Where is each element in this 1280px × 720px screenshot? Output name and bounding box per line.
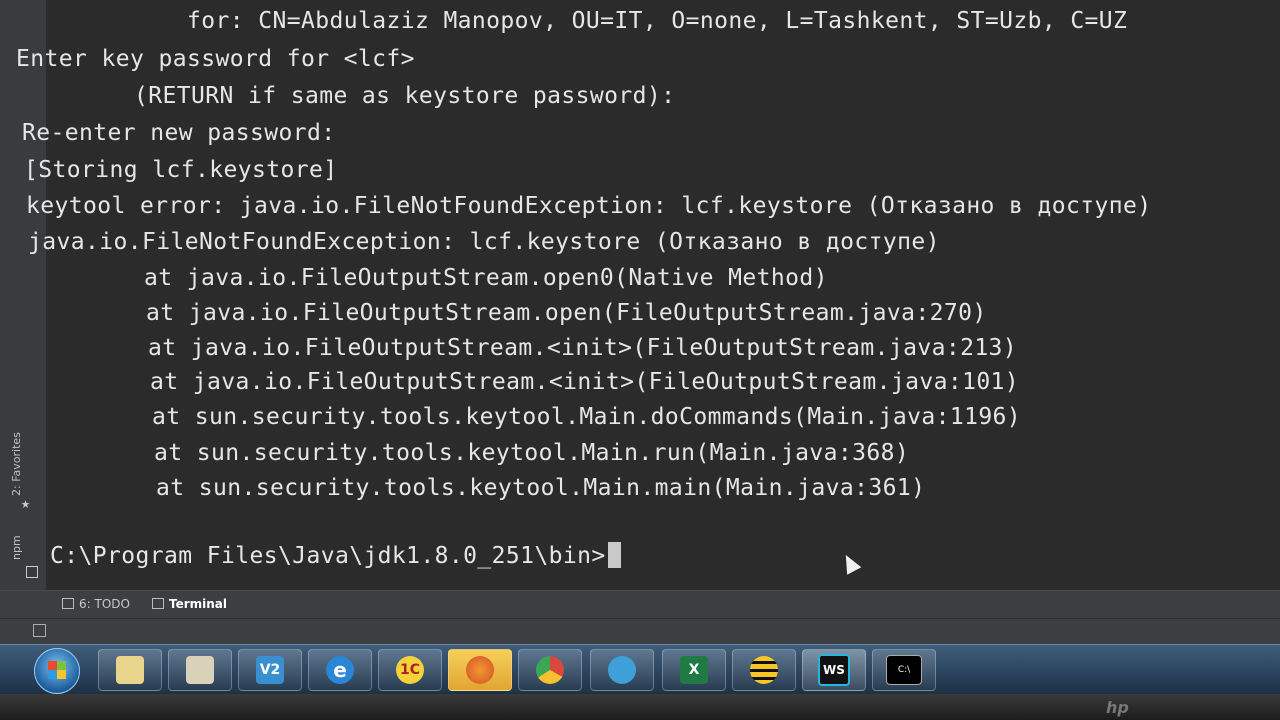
stack-trace-line: at java.io.FileOutputStream.open0(Native… <box>30 265 828 291</box>
tab-terminal[interactable]: Terminal <box>152 597 227 611</box>
taskbar-file-explorer[interactable] <box>98 649 162 691</box>
list-icon <box>62 598 74 609</box>
vb-icon: V2 <box>256 656 284 684</box>
toggle-tool-windows-icon[interactable] <box>33 624 46 637</box>
terminal-error-line: keytool error: java.io.FileNotFoundExcep… <box>26 193 1152 219</box>
windows-taskbar: V2 e 1C X WS C:\ <box>0 644 1280 695</box>
stack-trace-line: at sun.security.tools.keytool.Main.doCom… <box>38 404 1022 430</box>
cmd-icon: C:\ <box>886 655 922 685</box>
terminal-line: [Storing lcf.keystore] <box>24 157 338 183</box>
taskbar-1c[interactable]: 1C <box>378 649 442 691</box>
taskbar-webstorm[interactable]: WS <box>802 649 866 691</box>
command-prompt[interactable]: C:\Program Files\Java\jdk1.8.0_251\bin> <box>50 542 621 569</box>
status-bar <box>0 618 1280 645</box>
taskbar-firefox[interactable] <box>448 649 512 691</box>
taskbar-beeline[interactable] <box>732 649 796 691</box>
stack-trace-line: at java.io.FileOutputStream.<init>(FileO… <box>36 369 1020 395</box>
npm-icon <box>26 566 38 578</box>
terminal-line: java.io.FileNotFoundException: lcf.keyst… <box>28 229 940 255</box>
folder-icon <box>116 656 144 684</box>
beeline-icon <box>750 656 778 684</box>
taskbar-excel[interactable]: X <box>662 649 726 691</box>
stack-trace-line: at java.io.FileOutputStream.<init>(FileO… <box>34 335 1018 361</box>
taskbar-media-player[interactable] <box>168 649 232 691</box>
telegram-icon <box>608 656 636 684</box>
taskbar-chrome[interactable] <box>518 649 582 691</box>
text-cursor <box>607 542 621 568</box>
tool-window-bar: 6: TODO Terminal <box>0 590 1280 619</box>
firefox-icon <box>466 656 494 684</box>
webstorm-icon: WS <box>818 654 850 686</box>
start-button[interactable] <box>34 648 80 694</box>
terminal-line: (RETURN if same as keystore password): <box>20 83 676 109</box>
taskbar-internet-explorer[interactable]: e <box>308 649 372 691</box>
stack-trace-line: at sun.security.tools.keytool.Main.main(… <box>42 475 926 501</box>
terminal-line: Re-enter new password: <box>22 120 336 146</box>
taskbar-cmd[interactable]: C:\ <box>872 649 936 691</box>
tab-todo-label: 6: TODO <box>79 597 130 611</box>
taskbar-telegram[interactable] <box>590 649 654 691</box>
hp-logo-icon: hp <box>1106 698 1129 717</box>
npm-side-tab[interactable]: npm <box>10 535 23 560</box>
excel-icon: X <box>680 656 708 684</box>
monitor-bezel: hp <box>0 694 1280 720</box>
star-icon: ★ <box>21 494 31 512</box>
chrome-icon <box>536 656 564 684</box>
prompt-path: C:\Program Files\Java\jdk1.8.0_251\bin> <box>50 543 606 569</box>
tab-terminal-label: Terminal <box>169 597 228 611</box>
stack-trace-line: at java.io.FileOutputStream.open(FileOut… <box>32 300 987 326</box>
tab-todo[interactable]: 6: TODO <box>62 597 130 611</box>
favorites-side-tab[interactable]: 2: Favorites <box>10 432 23 496</box>
ie-icon: e <box>326 656 354 684</box>
media-player-icon <box>186 656 214 684</box>
terminal-line: for: CN=Abdulaziz Manopov, OU=IT, O=none… <box>130 8 1128 34</box>
terminal-icon <box>152 598 164 609</box>
taskbar-virtualbox[interactable]: V2 <box>238 649 302 691</box>
windows-logo-icon <box>48 661 66 679</box>
stack-trace-line: at sun.security.tools.keytool.Main.run(M… <box>40 440 910 466</box>
1c-icon: 1C <box>396 656 424 684</box>
terminal-panel[interactable]: for: CN=Abdulaziz Manopov, OU=IT, O=none… <box>16 0 1280 590</box>
terminal-line: Enter key password for <lcf> <box>16 46 415 72</box>
